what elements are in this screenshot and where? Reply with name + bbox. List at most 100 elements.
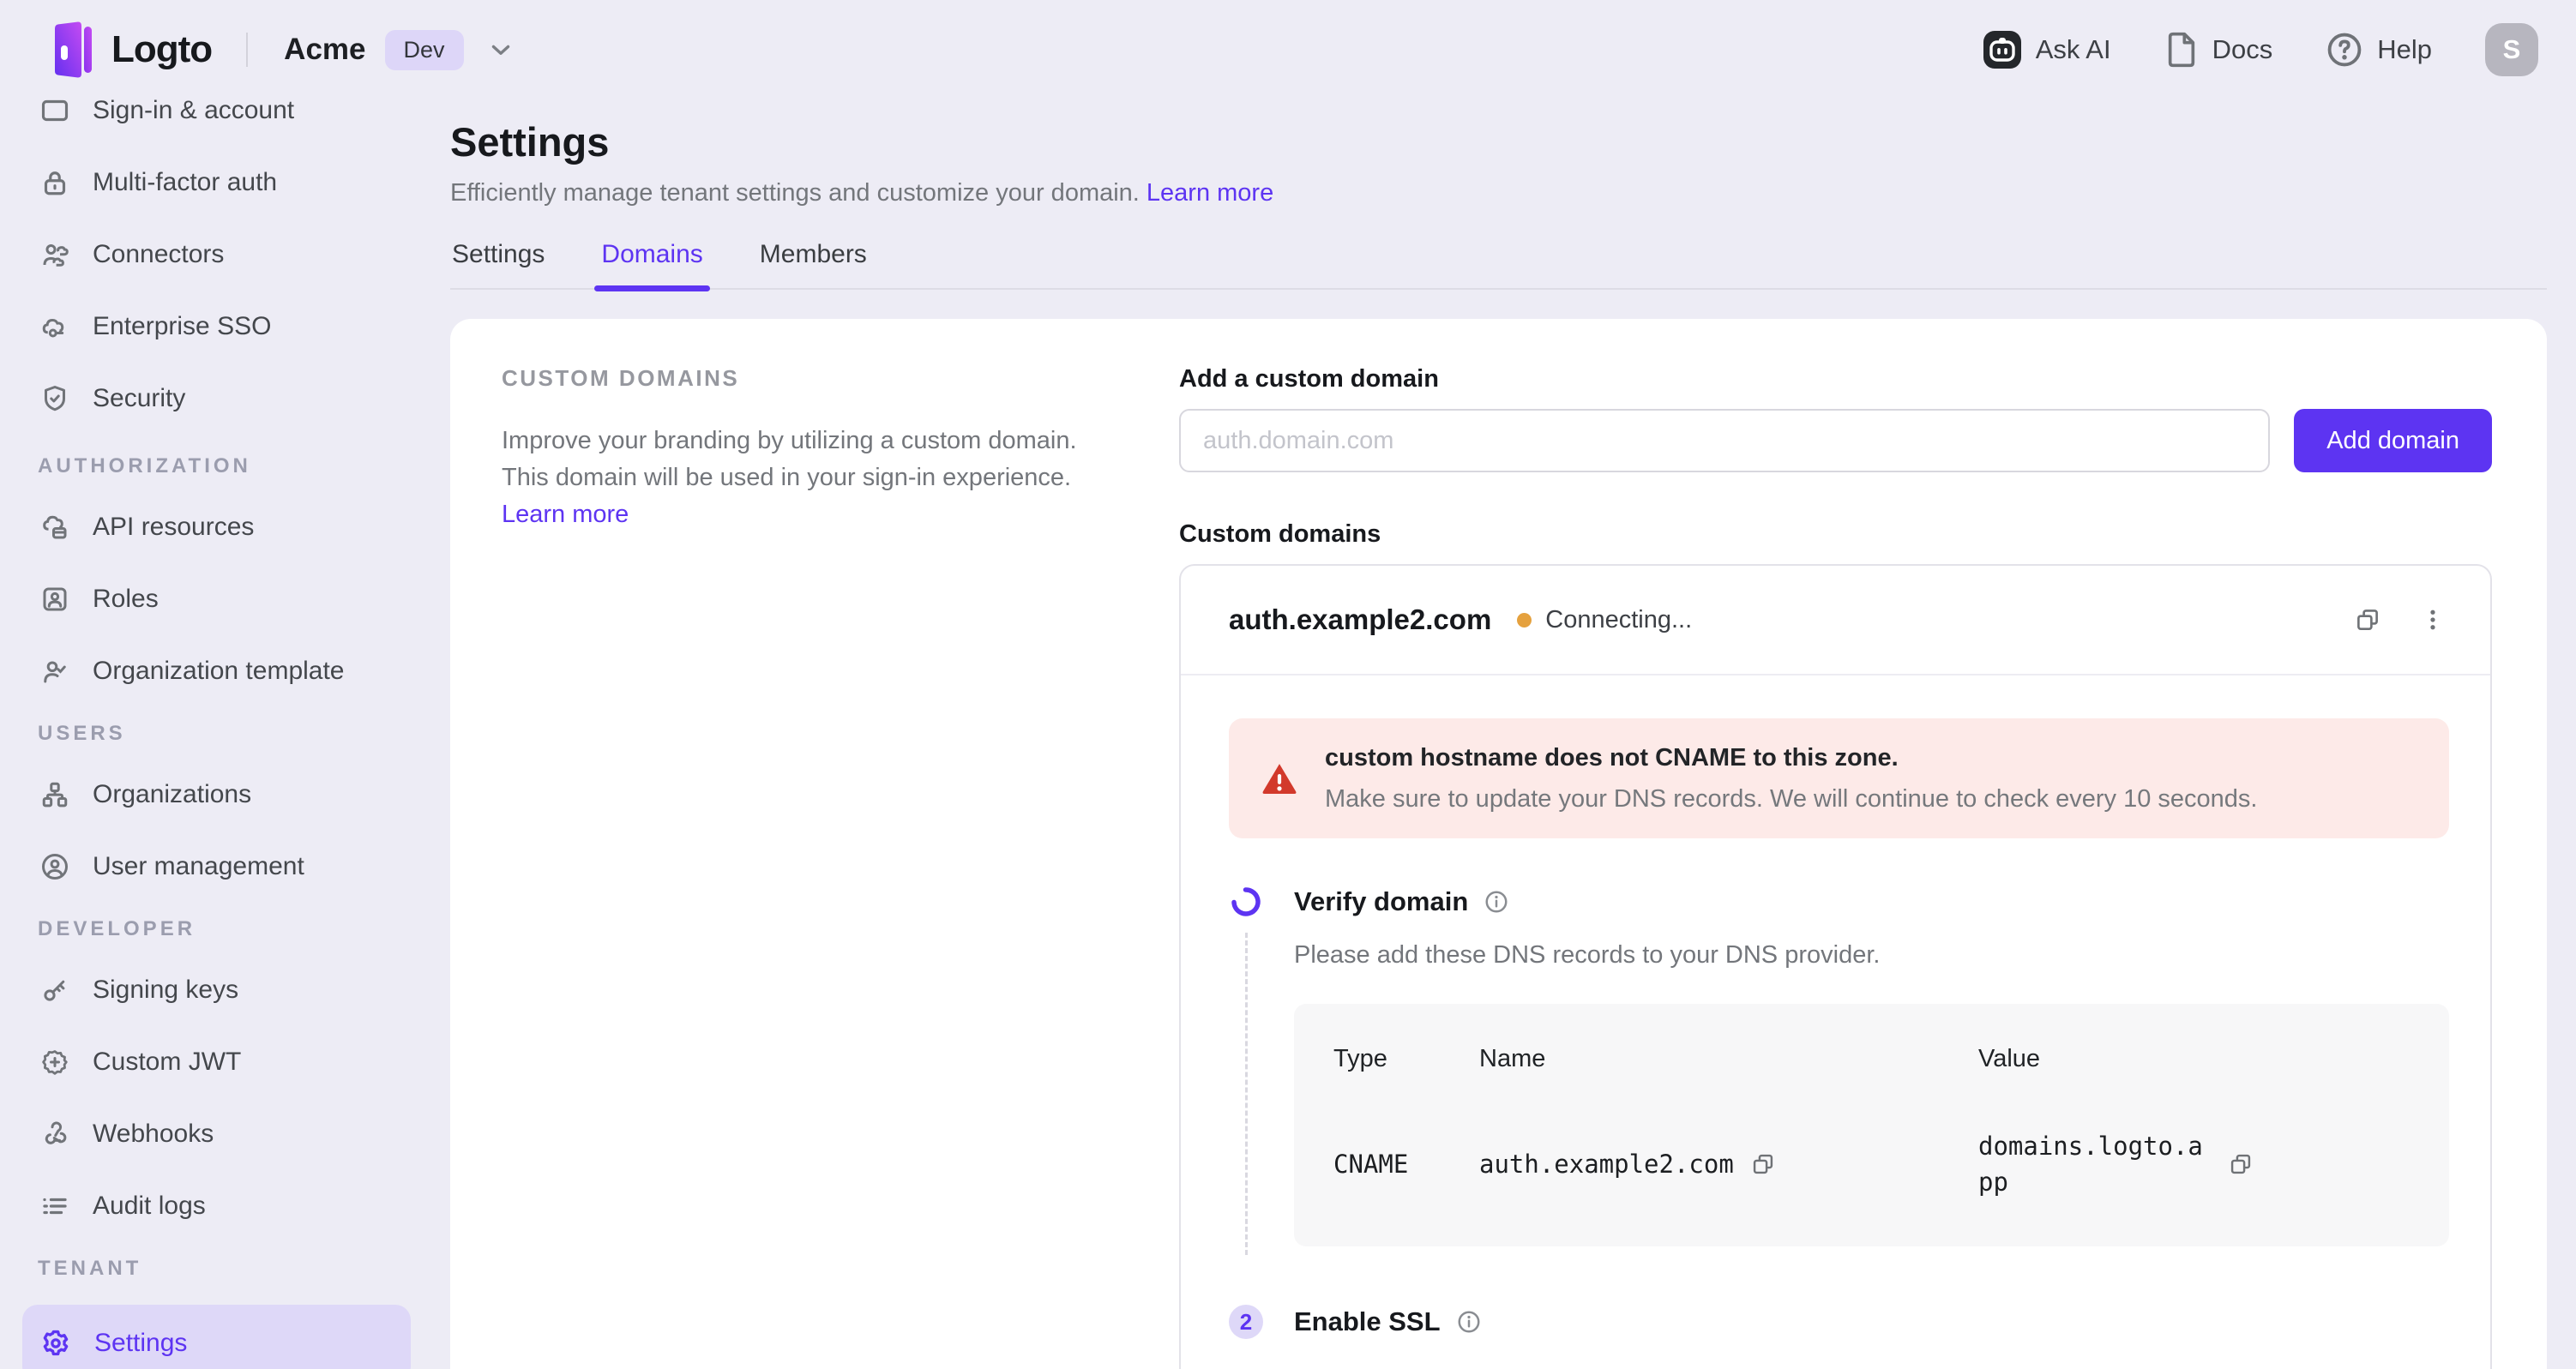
sidebar-item-api-resources[interactable]: API resources — [22, 502, 411, 552]
add-domain-label: Add a custom domain — [1179, 365, 2492, 393]
sidebar-item-sign-in-account[interactable]: Sign-in & account — [22, 99, 411, 135]
topbar-divider — [246, 33, 248, 67]
info-icon[interactable] — [1484, 889, 1509, 915]
list-icon — [39, 1191, 70, 1222]
error-description: Make sure to update your DNS records. We… — [1325, 782, 2258, 816]
id-card-icon — [39, 584, 70, 615]
webhook-icon — [39, 1119, 70, 1150]
cloud-key-icon — [39, 311, 70, 342]
lock-icon — [39, 167, 70, 198]
topbar: Logto Acme Dev Ask AI D — [0, 0, 2576, 99]
verify-domain-title: Verify domain — [1294, 886, 1468, 917]
browser-window-icon — [39, 99, 70, 126]
sidebar-item-security[interactable]: Security — [22, 374, 411, 423]
sidebar-item-user-management[interactable]: User management — [22, 842, 411, 892]
user-avatar[interactable]: S — [2485, 23, 2538, 76]
copy-name-button[interactable] — [1751, 1152, 1775, 1176]
sidebar-item-enterprise-sso[interactable]: Enterprise SSO — [22, 302, 411, 351]
dns-header-name: Name — [1479, 1045, 1978, 1073]
dns-note: Please add these DNS records to your DNS… — [1294, 941, 2449, 970]
subtitle-learn-more-link[interactable]: Learn more — [1147, 179, 1273, 207]
seal-plus-icon — [39, 1047, 70, 1078]
env-badge: Dev — [385, 30, 464, 70]
error-banner: custom hostname does not CNAME to this z… — [1229, 718, 2449, 838]
sidebar-section-tenant: TENANT — [38, 1257, 411, 1281]
sidebar-item-custom-jwt[interactable]: Custom JWT — [22, 1037, 411, 1087]
sidebar-item-organizations[interactable]: Organizations — [22, 770, 411, 820]
domain-input[interactable] — [1179, 409, 2270, 472]
sidebar-item-roles[interactable]: Roles — [22, 574, 411, 624]
copy-domain-button[interactable] — [2355, 607, 2380, 633]
help-icon — [2326, 31, 2363, 69]
enable-ssl-step: 2 Enable SSL — [1229, 1305, 2449, 1339]
kebab-menu-button[interactable] — [2420, 607, 2446, 633]
spinner-icon — [1229, 885, 1263, 919]
add-domain-button[interactable]: Add domain — [2294, 409, 2492, 472]
page-title: Settings — [450, 120, 2547, 165]
panel-learn-more-link[interactable]: Learn more — [502, 501, 629, 528]
dns-records-table: Type Name Value CNAME auth.example2.com — [1294, 1004, 2449, 1246]
docs-icon — [2164, 31, 2199, 69]
copy-value-button[interactable] — [2229, 1152, 2253, 1176]
enable-ssl-title: Enable SSL — [1294, 1306, 1441, 1337]
panel-description: Improve your branding by utilizing a cus… — [502, 423, 1102, 533]
ask-ai-label: Ask AI — [2036, 34, 2111, 65]
sidebar-item-organization-template[interactable]: Organization template — [22, 646, 411, 696]
page-subtitle: Efficiently manage tenant settings and c… — [450, 177, 2547, 209]
status-text: Connecting... — [1545, 606, 1692, 634]
sidebar-item-settings[interactable]: Settings — [22, 1305, 411, 1369]
topbar-actions: Ask AI Docs Help S — [1983, 23, 2538, 76]
help-label: Help — [2377, 34, 2432, 65]
main-content: Settings Efficiently manage tenant setti… — [433, 99, 2576, 1369]
domain-card: auth.example2.com Connecting... — [1179, 564, 2492, 1369]
warning-triangle-icon — [1260, 759, 1299, 798]
cloud-box-icon — [39, 512, 70, 543]
status-dot — [1517, 613, 1532, 627]
custom-domains-panel-main: Add a custom domain Add domain Custom do… — [1179, 365, 2492, 1369]
custom-domains-panel-info: CUSTOM DOMAINS Improve your branding by … — [502, 365, 1128, 533]
org-chart-icon — [39, 779, 70, 810]
error-title: custom hostname does not CNAME to this z… — [1325, 741, 2258, 775]
dns-header-type: Type — [1333, 1045, 1479, 1073]
info-icon[interactable] — [1456, 1309, 1482, 1335]
help-button[interactable]: Help — [2326, 31, 2432, 69]
sidebar-item-audit-logs[interactable]: Audit logs — [22, 1181, 411, 1231]
shield-check-icon — [39, 383, 70, 414]
sidebar-item-webhooks[interactable]: Webhooks — [22, 1109, 411, 1159]
chevron-down-icon — [486, 35, 515, 64]
tenant-switcher[interactable]: Acme Dev — [284, 30, 515, 70]
logto-logo[interactable]: Logto — [50, 21, 212, 78]
ask-ai-icon — [1983, 30, 2022, 69]
sidebar-section-developer: DEVELOPER — [38, 917, 411, 941]
tab-settings[interactable]: Settings — [450, 240, 546, 288]
add-domain-row: Add domain — [1179, 409, 2492, 472]
sidebar: Sign-in & account Multi-factor auth Conn… — [0, 99, 433, 1369]
domain-name: auth.example2.com — [1229, 603, 1491, 636]
docs-label: Docs — [2212, 34, 2273, 65]
dns-header-value: Value — [1978, 1045, 2415, 1073]
sidebar-item-multi-factor-auth[interactable]: Multi-factor auth — [22, 158, 411, 207]
person-circle-icon — [39, 851, 70, 882]
domain-card-header: auth.example2.com Connecting... — [1181, 566, 2490, 674]
ask-ai-button[interactable]: Ask AI — [1983, 30, 2111, 69]
dns-cell-value: domains.logto.app — [1978, 1128, 2212, 1200]
tab-domains[interactable]: Domains — [599, 240, 704, 288]
person-check-icon — [39, 656, 70, 687]
verify-domain-step: Verify domain Please add these DNS recor… — [1229, 885, 2449, 1255]
sidebar-item-connectors[interactable]: Connectors — [22, 230, 411, 279]
gear-icon — [39, 1327, 72, 1360]
custom-domains-list-label: Custom domains — [1179, 520, 2492, 549]
tab-bar: Settings Domains Members — [450, 240, 2547, 290]
tenant-name: Acme — [284, 33, 365, 67]
logo-wordmark: Logto — [111, 28, 212, 71]
domains-card: CUSTOM DOMAINS Improve your branding by … — [450, 319, 2547, 1369]
sidebar-section-authorization: AUTHORIZATION — [38, 454, 411, 478]
sidebar-section-users: USERS — [38, 722, 411, 746]
domain-card-body: custom hostname does not CNAME to this z… — [1181, 675, 2490, 1369]
docs-button[interactable]: Docs — [2164, 31, 2273, 69]
dns-table-row: CNAME auth.example2.com — [1333, 1128, 2415, 1200]
connectors-icon — [39, 239, 70, 270]
tab-members[interactable]: Members — [758, 240, 869, 288]
sidebar-item-signing-keys[interactable]: Signing keys — [22, 965, 411, 1015]
step-connector-line — [1245, 933, 1248, 1255]
